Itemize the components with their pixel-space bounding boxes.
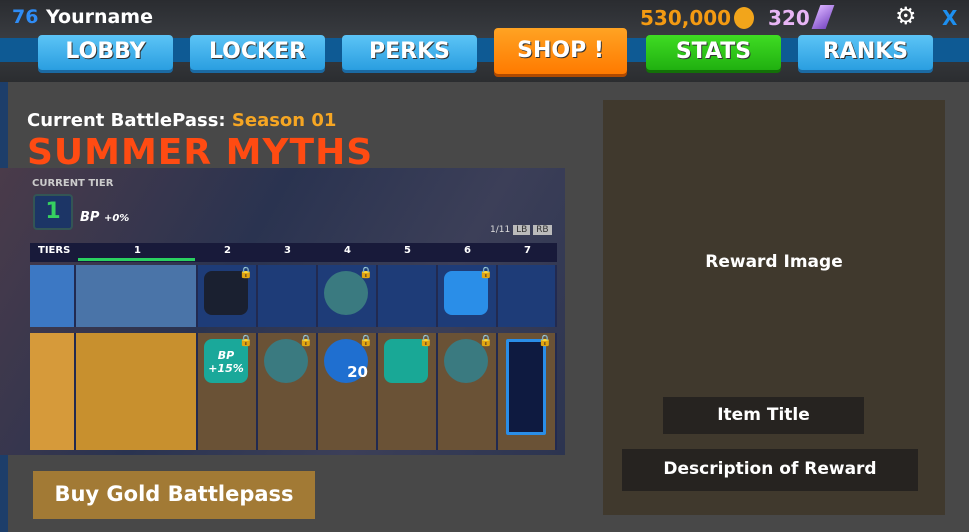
reward-slot[interactable]: 🔒: [318, 265, 378, 327]
gold-track: BP +15% 🔒 🔒 20 🔒 🔒 🔒 🔒: [30, 333, 557, 450]
reward-slot[interactable]: 🔒: [438, 265, 498, 327]
rb-button[interactable]: RB: [533, 225, 552, 235]
reward-slot[interactable]: [76, 333, 198, 450]
page-indicator: 1/11 LB RB: [490, 225, 552, 235]
lock-icon: 🔒: [359, 334, 373, 347]
bp-bonus-value: +0%: [103, 213, 130, 224]
battlepass-title: SUMMER MYTHS: [27, 132, 374, 173]
lock-icon: 🔒: [239, 266, 253, 279]
reward-slot[interactable]: 🔒: [378, 333, 438, 450]
current-label: Current BattlePass:: [27, 110, 226, 131]
lock-icon: 🔒: [419, 334, 433, 347]
free-track: 🔒 🔒 🔒: [30, 265, 557, 327]
reward-slot: [258, 265, 318, 327]
player-level: 76: [12, 6, 39, 28]
nav-locker[interactable]: LOCKER: [190, 35, 325, 70]
reward-image: Reward Image: [705, 252, 843, 272]
tier-7: 7: [524, 245, 531, 256]
lock-icon: 🔒: [299, 334, 313, 347]
lock-icon: 🔒: [538, 334, 552, 347]
gem-amount: 320: [768, 6, 810, 30]
banner-icon: [506, 339, 546, 435]
reward-slot[interactable]: [76, 265, 198, 327]
tier-6: 6: [464, 245, 471, 256]
tiers-label: TIERS: [38, 245, 71, 256]
gear-icon[interactable]: ⚙: [895, 2, 917, 30]
reward-slot[interactable]: 🔒: [498, 333, 557, 450]
player-name: Yourname: [46, 6, 153, 28]
tier-number: 1: [33, 194, 73, 230]
reward-slot: [378, 265, 438, 327]
free-track-icon: [30, 265, 76, 327]
lock-icon: 🔒: [479, 266, 493, 279]
tier-3: 3: [284, 245, 291, 256]
nav-perks[interactable]: PERKS: [342, 35, 477, 70]
tier-progress: [78, 258, 195, 261]
gold-amount: 530,000: [640, 6, 732, 30]
bp-label: BP: [80, 210, 100, 225]
reward-slot[interactable]: 🔒: [258, 333, 318, 450]
nav-lobby[interactable]: LOBBY: [38, 35, 173, 70]
lock-icon: 🔒: [239, 334, 253, 347]
reward-slot: [498, 265, 557, 327]
coin-icon: [734, 7, 754, 29]
item-title: Item Title: [663, 397, 864, 434]
reward-panel: Reward Image Item Title Description of R…: [603, 100, 945, 515]
tier-4: 4: [344, 245, 351, 256]
lock-icon: 🔒: [359, 266, 373, 279]
reward-slot[interactable]: BP +15% 🔒: [198, 333, 258, 450]
nav-shop[interactable]: SHOP !: [494, 28, 627, 74]
tier-5: 5: [404, 245, 411, 256]
tiers-header: TIERS 1 2 3 4 5 6 7: [30, 243, 557, 262]
gold-track-icon: [30, 333, 76, 450]
battlepass-preview: CURRENT TIER 1 BP +0% 1/11 LB RB TIERS 1…: [0, 168, 565, 455]
close-button[interactable]: X: [942, 6, 957, 30]
bp-bonus: BP +0%: [80, 210, 129, 225]
current-battlepass: Current BattlePass: Season 01: [27, 110, 336, 131]
reward-slot[interactable]: 20 🔒: [318, 333, 378, 450]
reward-description: Description of Reward: [622, 449, 918, 491]
buy-gold-battlepass-button[interactable]: Buy Gold Battlepass: [33, 471, 315, 519]
season-label: Season 01: [231, 110, 337, 131]
tier-1: 1: [134, 245, 141, 256]
reward-slot[interactable]: 🔒: [438, 333, 498, 450]
page-number: 1/11: [490, 225, 511, 235]
lock-icon: 🔒: [479, 334, 493, 347]
lb-button[interactable]: LB: [513, 225, 531, 235]
current-tier-label: CURRENT TIER: [32, 178, 114, 189]
tier-2: 2: [224, 245, 231, 256]
nav-stats[interactable]: STATS: [646, 35, 781, 70]
reward-slot[interactable]: 🔒: [198, 265, 258, 327]
nav-ranks[interactable]: RANKS: [798, 35, 933, 70]
